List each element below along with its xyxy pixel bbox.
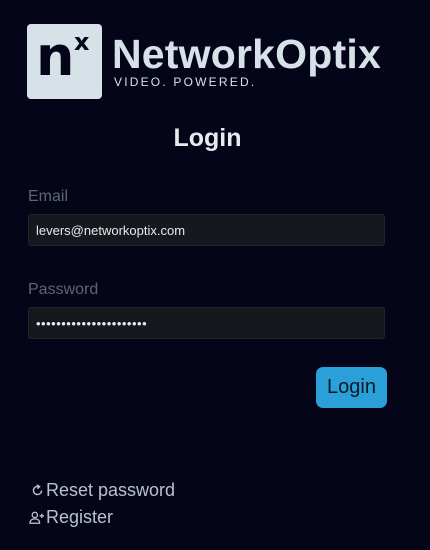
password-field[interactable] (28, 307, 385, 339)
register-label: Register (46, 507, 114, 527)
register-link[interactable]: Register (29, 507, 113, 528)
logo-text: NetworkOptix VIDEO. POWERED. (112, 31, 381, 89)
email-label: Email (28, 188, 69, 205)
page-title: Login (173, 124, 242, 152)
password-label: Password (28, 281, 99, 298)
logo-mark-letter: n (36, 25, 75, 88)
brand-tagline: VIDEO. POWERED. (114, 75, 257, 89)
brand-name: NetworkOptix (112, 31, 381, 77)
brand-logo: n x NetworkOptix VIDEO. POWERED. (27, 24, 381, 99)
email-field[interactable] (28, 214, 385, 246)
user-add-icon (29, 510, 45, 526)
refresh-icon (29, 483, 45, 499)
reset-password-link[interactable]: Reset password (29, 480, 175, 501)
login-page: n x NetworkOptix VIDEO. POWERED. Login E… (0, 0, 430, 550)
login-button[interactable]: Login (316, 367, 387, 408)
logo-mark-superscript: x (74, 28, 90, 56)
reset-password-label: Reset password (46, 480, 176, 500)
logo-mark: n x (27, 24, 102, 99)
